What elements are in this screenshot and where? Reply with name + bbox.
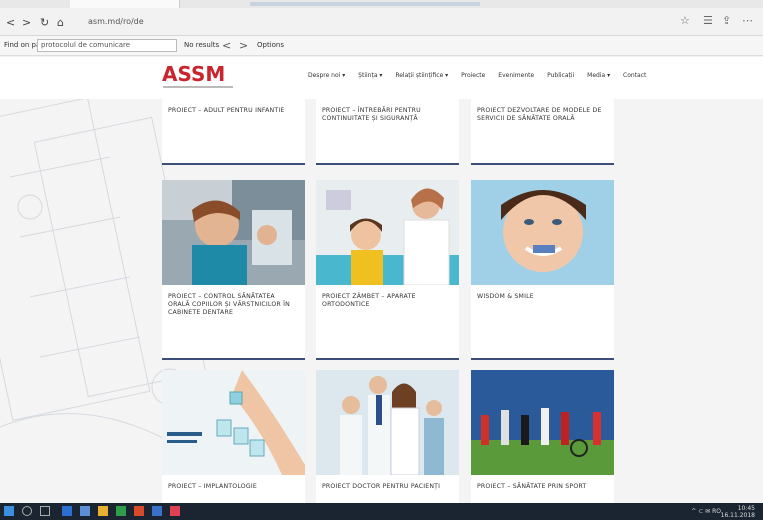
site-header: ASSM Despre noi ▾ Știința ▾ Relații știi…	[0, 57, 763, 99]
project-card[interactable]: PROIECT – IMPLANTOLOGIE	[162, 370, 305, 503]
find-options-button[interactable]: Options	[257, 41, 284, 49]
more-icon[interactable]: ⋯	[742, 14, 753, 27]
clock-time: 10:45	[737, 505, 755, 512]
nav-stiinta[interactable]: Știința ▾	[358, 72, 382, 79]
windows-taskbar: ^ ⊂ ✉ RO 10:45 16.11.2018	[0, 503, 763, 520]
folder-icon[interactable]	[98, 506, 108, 516]
word-icon[interactable]	[152, 506, 162, 516]
card-caption: PROIECT – ÎNTREBĂRI PENTRU CONTINUITATE …	[322, 107, 421, 122]
card-image	[471, 370, 614, 475]
card-caption: PROIECT DOCTOR PENTRU PACIENȚI	[322, 483, 441, 490]
card-caption: PROIECT DEZVOLTARE DE MODELE DE SERVICII…	[477, 107, 602, 122]
card-caption: PROIECT – CONTROL SĂNĂTATEA ORALĂ COPIIL…	[168, 293, 290, 316]
card-caption: PROIECT – IMPLANTOLOGIE	[168, 483, 257, 490]
project-card[interactable]: PROIECT – ADULT PENTRU INFANTIE	[162, 99, 305, 165]
find-prev-button[interactable]: <	[222, 39, 231, 52]
main-nav: Despre noi ▾ Știința ▾ Relații științifi…	[308, 72, 657, 79]
powerpoint-icon[interactable]	[134, 506, 144, 516]
card-caption: PROIECT – ADULT PENTRU INFANTIE	[168, 107, 285, 114]
project-card[interactable]: PROIECT DEZVOLTARE DE MODELE DE SERVICII…	[471, 99, 614, 165]
nav-publicatii[interactable]: Publicații	[547, 72, 574, 79]
project-card[interactable]: PROIECT DOCTOR PENTRU PACIENȚI	[316, 370, 459, 503]
project-card[interactable]: PROIECT – SĂNĂTATE PRIN SPORT	[471, 370, 614, 503]
find-on-page-bar: Find on page protocolul de comunicare No…	[0, 36, 763, 56]
clock-date: 16.11.2018	[720, 512, 755, 519]
project-card[interactable]: PROIECT – ÎNTREBĂRI PENTRU CONTINUITATE …	[316, 99, 459, 165]
card-image	[316, 180, 459, 285]
browser-toolbar: < > ↻ ⌂ asm.md/ro/de ☆ ☰ ⇪ ⋯	[0, 0, 763, 36]
file-explorer-icon[interactable]	[80, 506, 90, 516]
nav-media[interactable]: Media ▾	[587, 72, 610, 79]
find-next-button[interactable]: >	[239, 39, 248, 52]
edge-browser-icon[interactable]	[62, 506, 72, 516]
windows-start-icon[interactable]	[4, 506, 14, 516]
find-input[interactable]: protocolul de comunicare	[37, 39, 177, 52]
address-bar[interactable]: asm.md/ro/de	[82, 14, 642, 30]
excel-icon[interactable]	[116, 506, 126, 516]
task-view-icon[interactable]	[40, 506, 50, 516]
project-card[interactable]: PROIECT – CONTROL SĂNĂTATEA ORALĂ COPIIL…	[162, 180, 305, 360]
card-caption: PROIECT ZÂMBET – APARATE ORTODONTICE	[322, 293, 416, 308]
nav-despre[interactable]: Despre noi ▾	[308, 72, 345, 79]
back-button[interactable]: <	[6, 16, 15, 29]
app-icon[interactable]	[170, 506, 180, 516]
tab-accent	[250, 2, 480, 6]
forward-button[interactable]: >	[22, 16, 31, 29]
home-button[interactable]: ⌂	[57, 16, 64, 29]
project-card[interactable]: PROIECT ZÂMBET – APARATE ORTODONTICE	[316, 180, 459, 360]
card-image	[162, 180, 305, 285]
card-image	[471, 180, 614, 285]
share-icon[interactable]: ⇪	[722, 14, 731, 27]
refresh-button[interactable]: ↻	[40, 16, 49, 29]
reading-list-icon[interactable]: ☰	[703, 14, 713, 27]
active-tab[interactable]	[70, 0, 180, 8]
nav-contact[interactable]: Contact	[623, 72, 646, 79]
clock[interactable]: 10:45 16.11.2018	[721, 505, 755, 519]
card-caption: PROIECT – SĂNĂTATE PRIN SPORT	[477, 483, 587, 490]
nav-relatii[interactable]: Relații științifice ▾	[395, 72, 448, 79]
find-result: No results	[184, 41, 220, 49]
site-logo[interactable]: ASSM	[162, 62, 225, 86]
system-tray[interactable]: ^ ⊂ ✉ RO	[691, 508, 721, 515]
nav-evenimente[interactable]: Evenimente	[498, 72, 534, 79]
favorite-star-icon[interactable]: ☆	[680, 14, 690, 27]
nav-proiecte[interactable]: Proiecte	[461, 72, 485, 79]
project-card[interactable]: WISDOM & SMILE	[471, 180, 614, 360]
card-caption: WISDOM & SMILE	[477, 293, 534, 300]
card-image	[316, 370, 459, 475]
search-icon[interactable]	[22, 506, 32, 516]
logo-tagline	[163, 86, 233, 88]
card-image	[162, 370, 305, 475]
web-page: ASSM Despre noi ▾ Știința ▾ Relații știi…	[0, 57, 763, 503]
